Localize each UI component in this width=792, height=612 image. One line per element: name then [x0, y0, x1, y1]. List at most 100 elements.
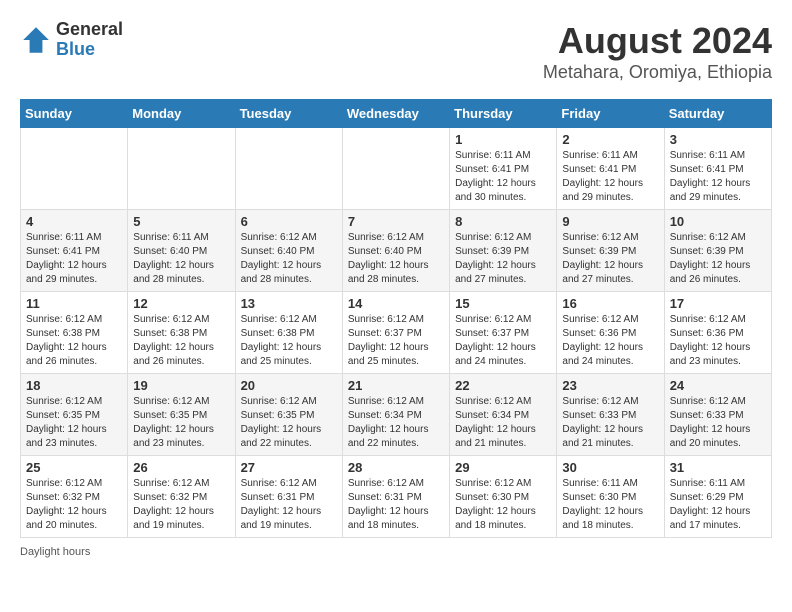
calendar-cell: 20 Sunrise: 6:12 AM Sunset: 6:35 PM Dayli…	[235, 374, 342, 456]
calendar-cell: 27 Sunrise: 6:12 AM Sunset: 6:31 PM Dayli…	[235, 456, 342, 538]
calendar-cell	[128, 128, 235, 210]
calendar-cell: 16Sunrise: 6:12 AM Sunset: 6:36 PM Dayli…	[557, 292, 664, 374]
calendar-cell: 19Sunrise: 6:12 AM Sunset: 6:35 PM Dayli…	[128, 374, 235, 456]
calendar-cell: 18Sunrise: 6:12 AM Sunset: 6:35 PM Dayli…	[21, 374, 128, 456]
day-of-week-header: Thursday	[450, 100, 557, 128]
day-number: 16	[562, 296, 658, 311]
day-info: Sunrise: 6:11 AM Sunset: 6:41 PM Dayligh…	[670, 149, 766, 205]
day-number: 7	[348, 214, 444, 229]
day-info: Sunrise: 6:12 AM Sunset: 6:31 PM Dayligh…	[348, 477, 444, 533]
calendar-cell: 17 Sunrise: 6:12 AM Sunset: 6:36 PM Dayli…	[664, 292, 771, 374]
day-info: Sunrise: 6:12 AM Sunset: 6:38 PM Dayligh…	[133, 313, 229, 369]
calendar-week-row: 25 Sunrise: 6:12 AM Sunset: 6:32 PM Dayli…	[21, 456, 772, 538]
calendar-cell: 4 Sunrise: 6:11 AM Sunset: 6:41 PM Daylig…	[21, 210, 128, 292]
location-subtitle: Metahara, Oromiya, Ethiopia	[543, 62, 772, 83]
calendar-cell: 15Sunrise: 6:12 AM Sunset: 6:37 PM Dayli…	[450, 292, 557, 374]
day-number: 14	[348, 296, 444, 311]
calendar-week-row: 11 Sunrise: 6:12 AM Sunset: 6:38 PM Dayli…	[21, 292, 772, 374]
calendar-cell: 10Sunrise: 6:12 AM Sunset: 6:39 PM Dayli…	[664, 210, 771, 292]
day-of-week-header: Wednesday	[342, 100, 449, 128]
day-info: Sunrise: 6:12 AM Sunset: 6:35 PM Dayligh…	[133, 395, 229, 451]
calendar-cell: 6 Sunrise: 6:12 AM Sunset: 6:40 PM Daylig…	[235, 210, 342, 292]
calendar-week-row: 18Sunrise: 6:12 AM Sunset: 6:35 PM Dayli…	[21, 374, 772, 456]
calendar-week-row: 4 Sunrise: 6:11 AM Sunset: 6:41 PM Daylig…	[21, 210, 772, 292]
day-number: 11	[26, 296, 122, 311]
day-info: Sunrise: 6:12 AM Sunset: 6:33 PM Dayligh…	[562, 395, 658, 451]
day-info: Sunrise: 6:12 AM Sunset: 6:40 PM Dayligh…	[241, 231, 337, 287]
day-info: Sunrise: 6:12 AM Sunset: 6:34 PM Dayligh…	[348, 395, 444, 451]
day-number: 25	[26, 460, 122, 475]
calendar-cell: 8 Sunrise: 6:12 AM Sunset: 6:39 PM Daylig…	[450, 210, 557, 292]
logo-icon	[20, 24, 52, 56]
day-number: 3	[670, 132, 766, 147]
calendar-header: SundayMondayTuesdayWednesdayThursdayFrid…	[21, 100, 772, 128]
day-number: 23	[562, 378, 658, 393]
day-number: 2	[562, 132, 658, 147]
calendar-cell: 11Sunrise: 6:12 AM Sunset: 6:38 PM Dayli…	[21, 292, 128, 374]
legend: Daylight hours	[20, 546, 772, 558]
day-info: Sunrise: 6:11 AM Sunset: 6:41 PM Dayligh…	[26, 231, 122, 287]
day-info: Sunrise: 6:12 AM Sunset: 6:34 PM Dayligh…	[455, 395, 551, 451]
day-info: Sunrise: 6:12 AM Sunset: 6:37 PM Dayligh…	[348, 313, 444, 369]
day-info: Sunrise: 6:12 AM Sunset: 6:38 PM Dayligh…	[241, 313, 337, 369]
day-info: Sunrise: 6:12 AM Sunset: 6:32 PM Dayligh…	[133, 477, 229, 533]
day-number: 22	[455, 378, 551, 393]
logo-blue: Blue	[56, 40, 123, 60]
calendar-cell	[21, 128, 128, 210]
calendar-cell: 29Sunrise: 6:12 AM Sunset: 6:30 PM Dayli…	[450, 456, 557, 538]
day-number: 8	[455, 214, 551, 229]
calendar-cell: 28 Sunrise: 6:12 AM Sunset: 6:31 PM Dayli…	[342, 456, 449, 538]
calendar-cell: 5Sunrise: 6:11 AM Sunset: 6:40 PM Daylig…	[128, 210, 235, 292]
day-number: 26	[133, 460, 229, 475]
day-number: 31	[670, 460, 766, 475]
calendar-cell: 22 Sunrise: 6:12 AM Sunset: 6:34 PM Dayli…	[450, 374, 557, 456]
day-info: Sunrise: 6:11 AM Sunset: 6:40 PM Dayligh…	[133, 231, 229, 287]
title-area: August 2024 Metahara, Oromiya, Ethiopia	[543, 20, 772, 83]
day-number: 20	[241, 378, 337, 393]
logo-text: General Blue	[56, 20, 123, 60]
day-number: 15	[455, 296, 551, 311]
calendar-cell: 25Sunrise: 6:12 AM Sunset: 6:32 PM Dayli…	[21, 456, 128, 538]
day-info: Sunrise: 6:12 AM Sunset: 6:35 PM Dayligh…	[26, 395, 122, 451]
calendar-cell: 30Sunrise: 6:11 AM Sunset: 6:30 PM Dayli…	[557, 456, 664, 538]
calendar-cell	[235, 128, 342, 210]
header: General Blue August 2024 Metahara, Oromi…	[20, 20, 772, 83]
calendar-cell: 24 Sunrise: 6:12 AM Sunset: 6:33 PM Dayli…	[664, 374, 771, 456]
day-number: 24	[670, 378, 766, 393]
calendar-cell: 7 Sunrise: 6:12 AM Sunset: 6:40 PM Daylig…	[342, 210, 449, 292]
day-number: 9	[562, 214, 658, 229]
day-info: Sunrise: 6:12 AM Sunset: 6:39 PM Dayligh…	[562, 231, 658, 287]
calendar-cell: 21Sunrise: 6:12 AM Sunset: 6:34 PM Dayli…	[342, 374, 449, 456]
day-info: Sunrise: 6:12 AM Sunset: 6:36 PM Dayligh…	[670, 313, 766, 369]
calendar-cell: 13 Sunrise: 6:12 AM Sunset: 6:38 PM Dayli…	[235, 292, 342, 374]
day-number: 12	[133, 296, 229, 311]
day-info: Sunrise: 6:12 AM Sunset: 6:39 PM Dayligh…	[455, 231, 551, 287]
calendar-cell: 23 Sunrise: 6:12 AM Sunset: 6:33 PM Dayli…	[557, 374, 664, 456]
day-of-week-header: Saturday	[664, 100, 771, 128]
day-info: Sunrise: 6:11 AM Sunset: 6:29 PM Dayligh…	[670, 477, 766, 533]
calendar-cell: 1Sunrise: 6:11 AM Sunset: 6:41 PM Daylig…	[450, 128, 557, 210]
day-number: 17	[670, 296, 766, 311]
day-number: 13	[241, 296, 337, 311]
calendar-cell: 12 Sunrise: 6:12 AM Sunset: 6:38 PM Dayli…	[128, 292, 235, 374]
day-of-week-header: Monday	[128, 100, 235, 128]
calendar-cell: 3 Sunrise: 6:11 AM Sunset: 6:41 PM Daylig…	[664, 128, 771, 210]
day-number: 4	[26, 214, 122, 229]
day-info: Sunrise: 6:11 AM Sunset: 6:41 PM Dayligh…	[562, 149, 658, 205]
day-number: 27	[241, 460, 337, 475]
daylight-hours-label: Daylight hours	[20, 546, 90, 558]
day-info: Sunrise: 6:12 AM Sunset: 6:40 PM Dayligh…	[348, 231, 444, 287]
day-number: 1	[455, 132, 551, 147]
day-number: 10	[670, 214, 766, 229]
day-number: 29	[455, 460, 551, 475]
day-number: 6	[241, 214, 337, 229]
day-number: 28	[348, 460, 444, 475]
day-info: Sunrise: 6:12 AM Sunset: 6:31 PM Dayligh…	[241, 477, 337, 533]
day-of-week-header: Tuesday	[235, 100, 342, 128]
header-row: SundayMondayTuesdayWednesdayThursdayFrid…	[21, 100, 772, 128]
logo: General Blue	[20, 20, 123, 60]
day-of-week-header: Sunday	[21, 100, 128, 128]
day-info: Sunrise: 6:12 AM Sunset: 6:35 PM Dayligh…	[241, 395, 337, 451]
day-of-week-header: Friday	[557, 100, 664, 128]
day-info: Sunrise: 6:12 AM Sunset: 6:33 PM Dayligh…	[670, 395, 766, 451]
